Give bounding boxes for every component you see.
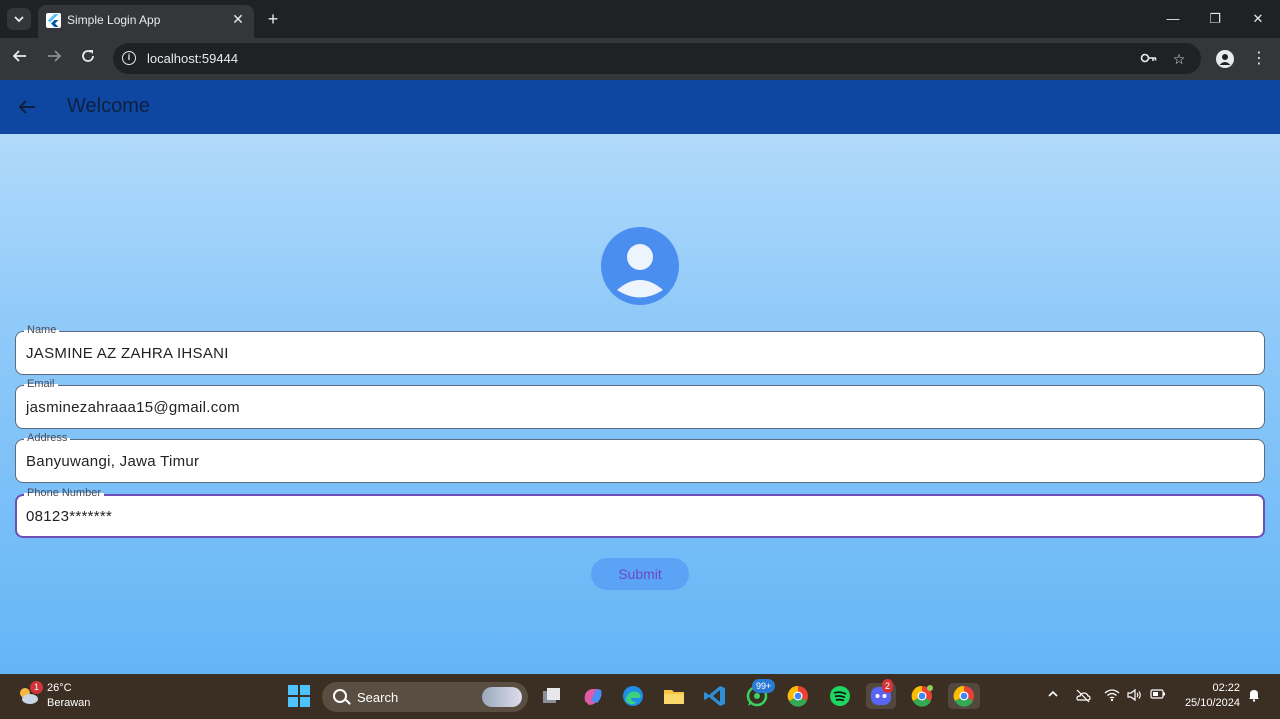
phone-number-field-label: Phone Number: [24, 487, 104, 499]
name-field[interactable]: Name JASMINE AZ ZAHRA IHSANI: [15, 324, 1265, 375]
account-circle-icon: [601, 227, 679, 305]
weather-description: Berawan: [47, 697, 91, 709]
browser-window: Simple Login App ✕ + — ❐ ✕ i localhost:5…: [0, 0, 1280, 719]
clock-date[interactable]: 25/10/2024: [1185, 697, 1240, 709]
address-field[interactable]: Address Banyuwangi, Jawa Timur: [15, 432, 1265, 483]
edge-icon[interactable]: [620, 683, 646, 709]
whatsapp-badge: 99+: [752, 679, 776, 693]
app-page: Welcome Name JASMINE AZ ZAHRA IHSANI Ema…: [0, 80, 1280, 674]
battery-icon[interactable]: [1150, 688, 1166, 704]
restore-icon[interactable]: ❐: [1204, 8, 1226, 30]
chrome-active-icon[interactable]: [948, 683, 980, 709]
tray-chevron-up-icon[interactable]: [1045, 688, 1061, 704]
address-field-label: Address: [24, 432, 71, 444]
url-text: localhost:59444: [147, 51, 239, 66]
forward-icon[interactable]: [43, 48, 65, 70]
taskbar-search-placeholder: Search: [357, 690, 399, 705]
taskbar-search[interactable]: Search: [322, 682, 528, 712]
notification-bell-icon[interactable]: [1246, 688, 1262, 704]
flutter-favicon-icon: [46, 13, 61, 28]
more-menu-icon[interactable]: ⋮: [1248, 48, 1270, 70]
phone-number-field[interactable]: Phone Number 08123*******: [15, 487, 1265, 538]
minimize-icon[interactable]: —: [1162, 8, 1184, 30]
discord-badge: 2: [882, 679, 894, 693]
search-highlight-icon: [482, 687, 522, 707]
reload-icon[interactable]: [77, 48, 99, 70]
email-field-label: Email: [24, 378, 58, 390]
site-info-icon[interactable]: i: [122, 51, 136, 65]
tab-title: Simple Login App: [67, 13, 161, 27]
email-field-value: jasminezahraaa15@gmail.com: [26, 399, 240, 416]
back-icon[interactable]: [9, 48, 31, 70]
vscode-icon[interactable]: [702, 683, 728, 709]
chevron-down-icon: [14, 16, 24, 23]
tab-close-icon[interactable]: ✕: [230, 11, 246, 27]
password-key-icon[interactable]: [1139, 49, 1159, 69]
tab-search-button[interactable]: [7, 8, 31, 30]
submit-button[interactable]: Submit: [591, 558, 689, 590]
browser-toolbar: i localhost:59444 ☆ ⋮: [0, 38, 1280, 80]
weather-temperature: 26°C: [47, 682, 72, 694]
weather-badge: 1: [30, 681, 43, 694]
address-bar[interactable]: i localhost:59444 ☆: [113, 43, 1201, 74]
windows-taskbar: 1 26°C Berawan Search 99+ 2 02:22 25/10/…: [0, 674, 1280, 719]
app-bar: Welcome: [0, 80, 1280, 134]
copilot-icon[interactable]: [579, 683, 605, 709]
onedrive-offline-icon[interactable]: [1075, 688, 1091, 704]
wifi-icon[interactable]: [1104, 688, 1120, 704]
page-title: Welcome: [67, 95, 150, 117]
chrome-profile-icon[interactable]: [909, 683, 935, 709]
new-tab-icon[interactable]: +: [262, 8, 284, 30]
search-icon: [333, 689, 347, 703]
spotify-icon[interactable]: [827, 683, 853, 709]
browser-tab[interactable]: Simple Login App ✕: [38, 5, 254, 38]
clock-time[interactable]: 02:22: [1212, 682, 1240, 694]
task-view-icon[interactable]: [538, 683, 564, 709]
profile-icon[interactable]: [1216, 50, 1234, 68]
back-arrow-icon[interactable]: [15, 95, 39, 119]
close-window-icon[interactable]: ✕: [1247, 8, 1269, 30]
volume-icon[interactable]: [1126, 688, 1142, 704]
name-field-label: Name: [24, 324, 60, 336]
phone-number-field-value: 08123*******: [26, 508, 113, 525]
name-field-value: JASMINE AZ ZAHRA IHSANI: [26, 345, 229, 362]
chrome-icon[interactable]: [785, 683, 811, 709]
windows-start-icon[interactable]: [288, 685, 310, 707]
address-field-value: Banyuwangi, Jawa Timur: [26, 453, 200, 470]
file-explorer-icon[interactable]: [661, 683, 687, 709]
bookmark-star-icon[interactable]: ☆: [1169, 49, 1189, 69]
email-field[interactable]: Email jasminezahraaa15@gmail.com: [15, 378, 1265, 429]
tab-strip: Simple Login App ✕ + — ❐ ✕: [0, 0, 1280, 38]
